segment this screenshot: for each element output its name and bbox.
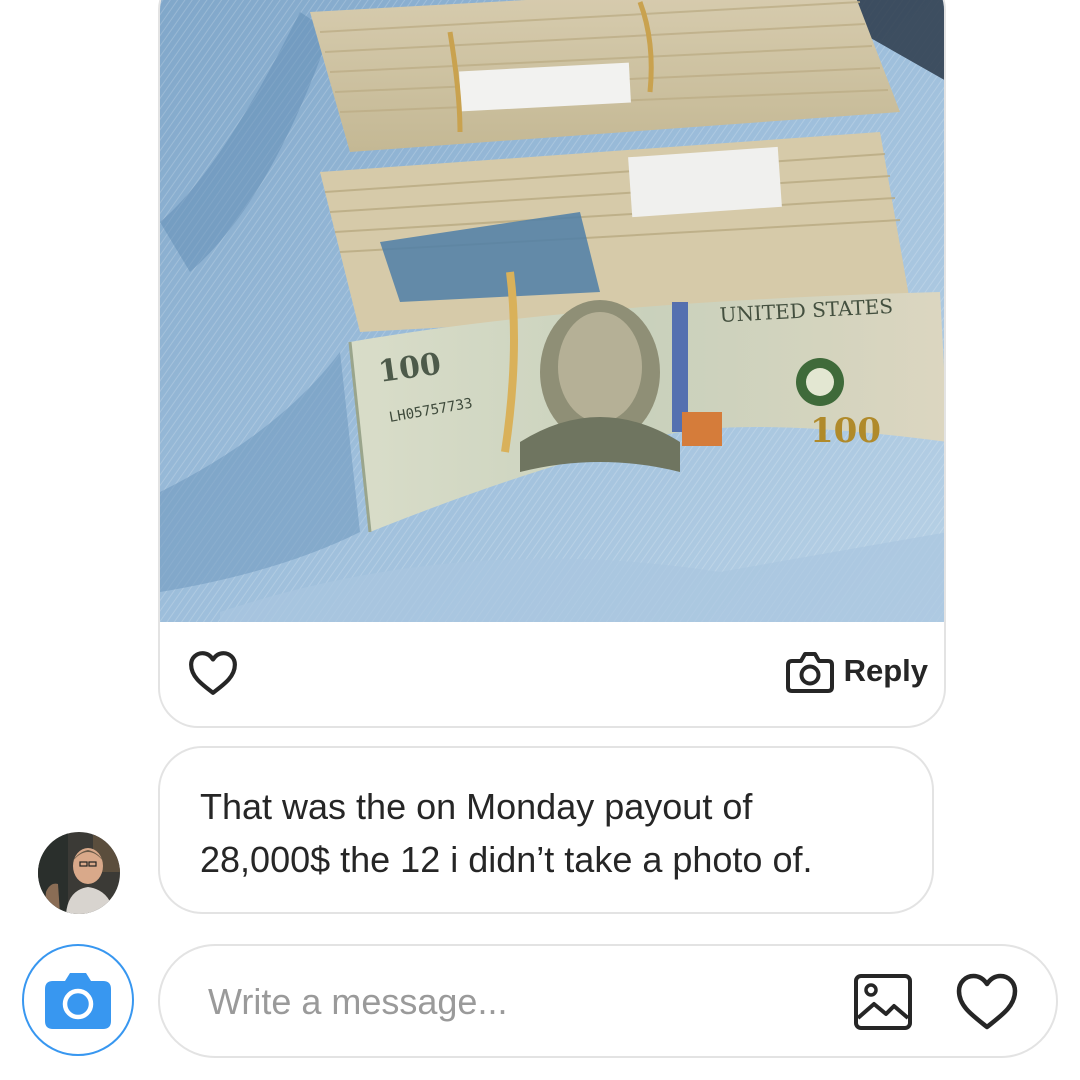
heart-outline-icon[interactable]: [188, 648, 238, 698]
message-text: That was the on Monday payout of 28,000$…: [200, 786, 813, 880]
camera-button[interactable]: [22, 944, 134, 1056]
photo-message-card: 100 100 UNITED STATES LH05757733 Reply: [158, 0, 946, 728]
photo-actions-bar: Reply: [160, 622, 944, 726]
message-composer: [158, 944, 1058, 1058]
svg-text:100: 100: [810, 411, 881, 451]
image-gallery-icon[interactable]: [854, 974, 912, 1030]
cash-stack-photo[interactable]: 100 100 UNITED STATES LH05757733: [160, 0, 946, 622]
camera-outline-icon: [785, 652, 834, 693]
avatar[interactable]: [38, 832, 120, 914]
profile-photo: [38, 832, 120, 914]
message-input[interactable]: [208, 974, 828, 1030]
reply-label: Reply: [843, 653, 928, 688]
reply-button[interactable]: Reply: [785, 646, 928, 696]
text-message-bubble[interactable]: That was the on Monday payout of 28,000$…: [158, 746, 934, 914]
camera-icon: [45, 973, 111, 1029]
heart-outline-icon[interactable]: [956, 973, 1018, 1031]
